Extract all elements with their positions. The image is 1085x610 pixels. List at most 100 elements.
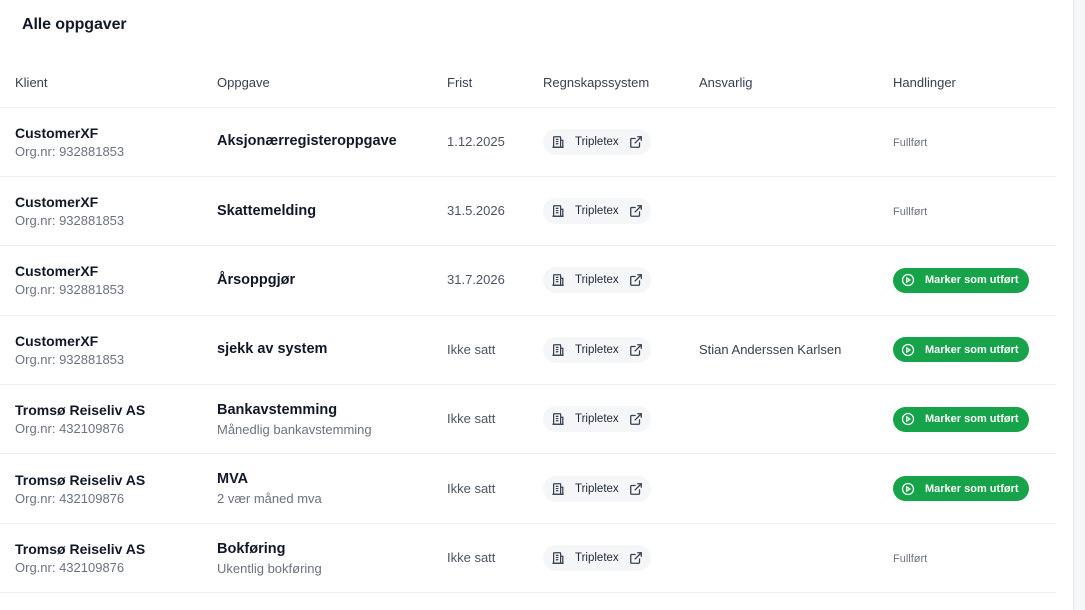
deadline-cell: Ikke satt — [447, 523, 543, 594]
task-cell: Bokføring Ukentlig bokføring — [217, 523, 447, 594]
system-cell: Tripletex — [543, 453, 699, 524]
table-row[interactable]: Tromsø Reiseliv AS Org.nr: 432109876 Ban… — [0, 384, 1056, 455]
system-label: Tripletex — [575, 482, 619, 495]
external-link-icon[interactable] — [629, 273, 643, 287]
system-pill[interactable]: Tripletex — [543, 198, 651, 225]
responsible-cell — [699, 245, 893, 316]
mark-complete-label: Marker som utført — [925, 413, 1019, 426]
client-org-number: Org.nr: 932881853 — [15, 143, 125, 159]
task-name: Årsoppgjør — [217, 271, 296, 288]
client-name: Tromsø Reiseliv AS — [15, 402, 146, 419]
table-row[interactable]: Tromsø Reiseliv AS Org.nr: 432109876 Bok… — [0, 523, 1056, 594]
client-org-number: Org.nr: 932881853 — [15, 282, 125, 298]
page-title: Alle oppgaver — [22, 16, 127, 33]
task-description: 2 vær måned mva — [217, 491, 322, 507]
responsible-cell — [699, 523, 893, 594]
task-name: Bokføring — [217, 540, 286, 557]
external-link-icon[interactable] — [629, 551, 643, 565]
client-name: CustomerXF — [15, 194, 99, 211]
deadline-value: 31.5.2026 — [447, 203, 505, 219]
client-name: CustomerXF — [15, 124, 99, 141]
external-link-icon[interactable] — [629, 135, 643, 149]
responsible-name: Stian Anderssen Karlsen — [699, 341, 842, 357]
table-row[interactable]: CustomerXF Org.nr: 932881853 Skattemeldi… — [0, 176, 1056, 247]
deadline-cell: 31.7.2026 — [447, 245, 543, 316]
building-icon — [551, 551, 565, 565]
deadline-cell: Ikke satt — [447, 384, 543, 455]
system-pill[interactable]: Tripletex — [543, 475, 651, 502]
building-icon — [551, 135, 565, 149]
col-system-header: Regnskapssystem — [543, 58, 699, 108]
actions-cell: Marker som utført — [893, 315, 1056, 386]
system-label: Tripletex — [575, 552, 619, 565]
table-row[interactable]: CustomerXF Org.nr: 932881853 Aksjonærreg… — [0, 107, 1056, 177]
system-pill[interactable]: Tripletex — [543, 545, 651, 572]
col-actions-header: Handlinger — [893, 58, 1056, 108]
client-cell: CustomerXF Org.nr: 932881853 — [0, 176, 217, 247]
client-name: CustomerXF — [15, 263, 99, 280]
system-pill[interactable]: Tripletex — [543, 336, 651, 363]
col-task-header: Oppgave — [217, 58, 447, 108]
play-circle-icon — [901, 412, 915, 426]
task-name: sjekk av system — [217, 341, 328, 358]
system-cell: Tripletex — [543, 523, 699, 594]
external-link-icon[interactable] — [629, 204, 643, 218]
client-name: Tromsø Reiseliv AS — [15, 541, 146, 558]
actions-cell: Fullført — [893, 176, 1056, 247]
table-body: CustomerXF Org.nr: 932881853 Aksjonærreg… — [0, 107, 1056, 594]
actions-cell: Fullført — [893, 107, 1056, 177]
mark-complete-button[interactable]: Marker som utført — [893, 406, 1029, 432]
client-org-number: Org.nr: 432109876 — [15, 560, 125, 576]
system-label: Tripletex — [575, 413, 619, 426]
building-icon — [551, 343, 565, 357]
client-org-number: Org.nr: 932881853 — [15, 351, 125, 367]
completed-status: Fullført — [893, 136, 928, 149]
system-pill[interactable]: Tripletex — [543, 406, 651, 433]
mark-complete-label: Marker som utført — [925, 274, 1019, 287]
task-name: MVA — [217, 471, 249, 488]
actions-cell: Marker som utført — [893, 384, 1056, 455]
actions-cell: Marker som utført — [893, 245, 1056, 316]
system-pill[interactable]: Tripletex — [543, 128, 651, 155]
external-link-icon[interactable] — [629, 412, 643, 426]
external-link-icon[interactable] — [629, 343, 643, 357]
deadline-value: Ikke satt — [447, 341, 496, 357]
task-cell: Skattemelding — [217, 176, 447, 247]
mark-complete-button[interactable]: Marker som utført — [893, 337, 1029, 363]
completed-status: Fullført — [893, 206, 928, 219]
deadline-cell: 31.5.2026 — [447, 176, 543, 247]
system-cell: Tripletex — [543, 384, 699, 455]
table-row[interactable]: Tromsø Reiseliv AS Org.nr: 432109876 MVA… — [0, 453, 1056, 524]
task-description: Månedlig bankavstemming — [217, 421, 372, 437]
client-name: Tromsø Reiseliv AS — [15, 471, 146, 488]
table-header-row: Klient Oppgave Frist Regnskapssystem Ans… — [0, 58, 1056, 108]
responsible-cell: Stian Anderssen Karlsen — [699, 315, 893, 386]
building-icon — [551, 412, 565, 426]
tasks-panel: Alle oppgaver Klient Oppgave Frist Regns… — [0, 0, 1073, 610]
system-label: Tripletex — [575, 135, 619, 148]
client-cell: CustomerXF Org.nr: 932881853 — [0, 315, 217, 386]
actions-cell: Marker som utført — [893, 453, 1056, 524]
deadline-value: 31.7.2026 — [447, 272, 505, 288]
system-label: Tripletex — [575, 343, 619, 356]
deadline-value: Ikke satt — [447, 411, 496, 427]
external-link-icon[interactable] — [629, 482, 643, 496]
deadline-cell: Ikke satt — [447, 453, 543, 524]
deadline-value: Ikke satt — [447, 550, 496, 566]
client-cell: Tromsø Reiseliv AS Org.nr: 432109876 — [0, 384, 217, 455]
table-row[interactable]: CustomerXF Org.nr: 932881853 sjekk av sy… — [0, 315, 1056, 386]
mark-complete-button[interactable]: Marker som utført — [893, 267, 1029, 293]
col-deadline-header: Frist — [447, 58, 543, 108]
client-cell: Tromsø Reiseliv AS Org.nr: 432109876 — [0, 453, 217, 524]
system-cell: Tripletex — [543, 245, 699, 316]
table-row[interactable]: CustomerXF Org.nr: 932881853 Årsoppgjør … — [0, 245, 1056, 316]
building-icon — [551, 482, 565, 496]
system-pill[interactable]: Tripletex — [543, 267, 651, 294]
completed-status: Fullført — [893, 553, 928, 566]
play-circle-icon — [901, 273, 915, 287]
deadline-value: 1.12.2025 — [447, 133, 505, 149]
mark-complete-button[interactable]: Marker som utført — [893, 476, 1029, 502]
task-cell: MVA 2 vær måned mva — [217, 453, 447, 524]
client-cell: CustomerXF Org.nr: 932881853 — [0, 107, 217, 177]
task-cell: Aksjonærregisteroppgave — [217, 107, 447, 177]
